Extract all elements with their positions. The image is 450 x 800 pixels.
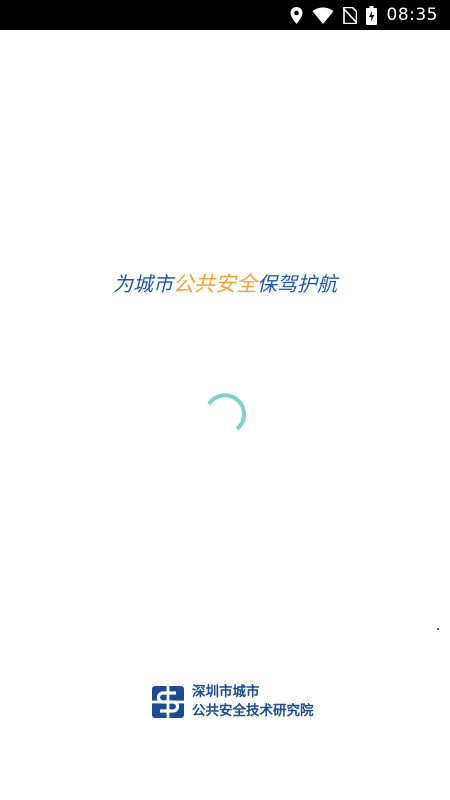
organization-name: 深圳市城市 公共安全技术研究院 bbox=[192, 683, 314, 721]
slogan-part-1: 为城市 bbox=[113, 272, 173, 296]
slogan-part-3: 保驾护航 bbox=[257, 272, 337, 296]
splash-screen: 08:35 为城市公共安全保驾护航 深圳市城市 公共安全技术研究院 bbox=[0, 0, 450, 800]
organization-name-line-1: 深圳市城市 bbox=[192, 684, 260, 700]
loading-spinner bbox=[200, 390, 250, 440]
wifi-icon bbox=[312, 7, 334, 24]
slogan-part-2: 公共安全 bbox=[173, 272, 257, 296]
organization-logo: 深圳市城市 公共安全技术研究院 bbox=[150, 681, 336, 723]
speck bbox=[437, 628, 439, 630]
status-bar: 08:35 bbox=[0, 0, 450, 30]
organization-name-line-2: 公共安全技术研究院 bbox=[192, 703, 314, 719]
location-icon bbox=[290, 6, 303, 24]
status-clock: 08:35 bbox=[386, 5, 438, 25]
slogan: 为城市公共安全保驾护航 bbox=[0, 268, 450, 300]
battery-charging-icon bbox=[365, 5, 377, 25]
institute-logo-icon bbox=[150, 684, 186, 720]
no-sim-icon bbox=[342, 6, 357, 24]
